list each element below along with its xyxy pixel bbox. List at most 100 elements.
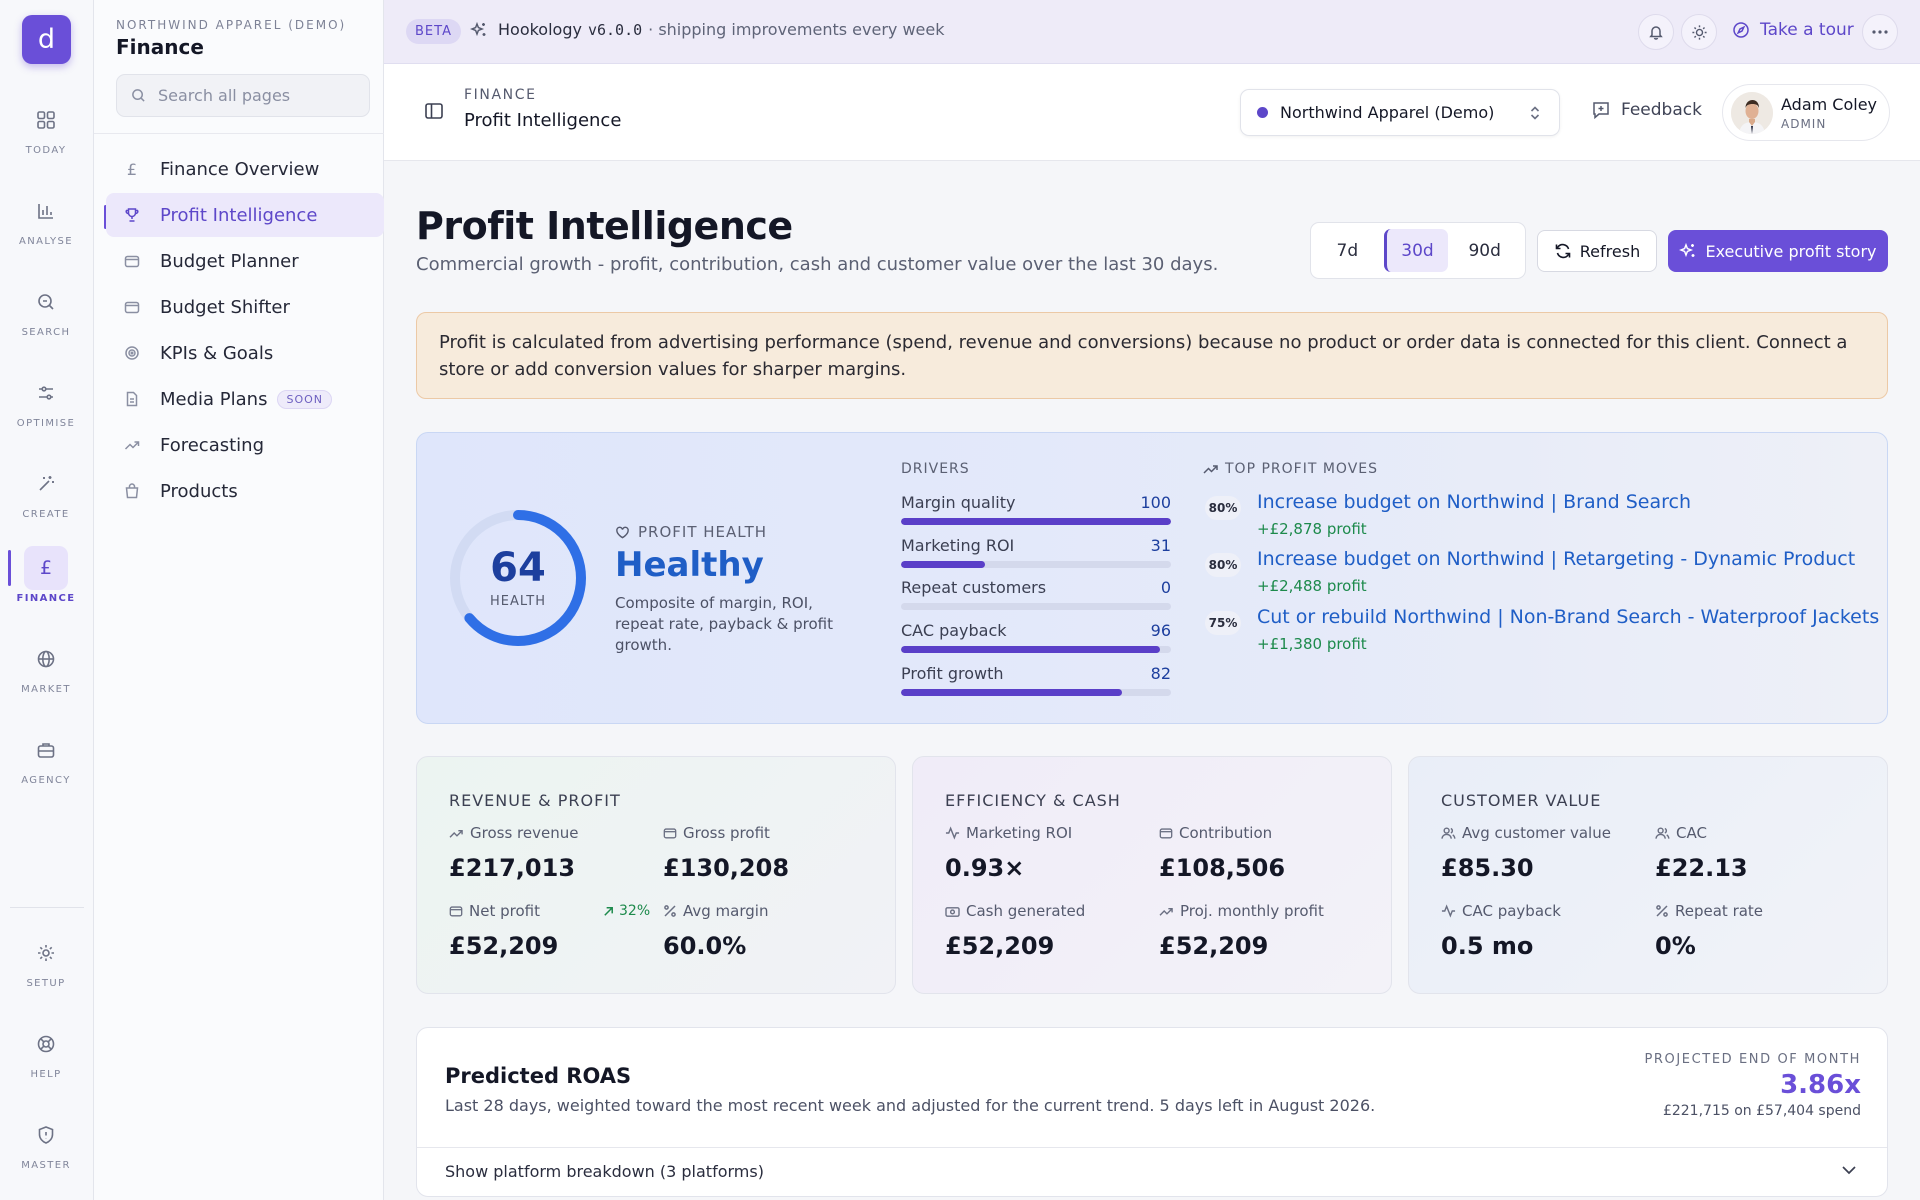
metric-value: 0%: [1655, 932, 1696, 960]
rail-analyse[interactable]: ANALYSE: [0, 189, 92, 267]
rail-optimise[interactable]: OPTIMISE: [0, 371, 92, 449]
sidebar-item-budget-planner[interactable]: Budget Planner: [106, 239, 384, 283]
profit-move-impact: +£1,380 profit: [1257, 635, 1367, 653]
rail-label: TODAY: [25, 145, 67, 156]
client-selector[interactable]: Northwind Apparel (Demo): [1240, 89, 1560, 136]
client-color-dot: [1257, 107, 1268, 118]
profit-move-title[interactable]: Increase budget on Northwind | Retargeti…: [1257, 548, 1855, 570]
card-title: REVENUE & PROFIT: [449, 791, 621, 810]
sidebar-item-profit-intelligence[interactable]: Profit Intelligence: [106, 193, 384, 237]
trend-up-icon: [1159, 905, 1174, 918]
predicted-roas-panel: Predicted ROAS Last 28 days, weighted to…: [416, 1027, 1888, 1197]
sidebar-item-finance-overview[interactable]: £ Finance Overview: [106, 147, 384, 191]
sidebar-item-kpis-goals[interactable]: KPIs & Goals: [106, 331, 384, 375]
percent-icon: [1655, 904, 1669, 918]
refresh-button[interactable]: Refresh: [1537, 230, 1657, 272]
sidebar-item-products[interactable]: Products: [106, 469, 384, 513]
rail-agency[interactable]: AGENCY: [0, 728, 92, 806]
rail-market[interactable]: MARKET: [0, 637, 92, 715]
driver-value: 0: [1160, 578, 1171, 597]
org-name: NORTHWIND APPAREL (DEMO): [116, 18, 347, 32]
driver-row: Repeat customers 0: [901, 578, 1171, 618]
metric-cac-payback: CAC payback 0.5 mo: [1441, 901, 1641, 960]
metric-proj-monthly-profit: Proj. monthly profit £52,209: [1159, 901, 1359, 960]
sidebar-item-label: Products: [160, 480, 238, 502]
driver-bar-fill: [901, 646, 1161, 653]
pound-icon: £: [24, 546, 68, 590]
user-name: Adam Coley: [1781, 95, 1878, 114]
efficiency-cash-card: EFFICIENCY & CASH Marketing ROI 0.93× Co…: [912, 756, 1392, 994]
briefcase-icon: [24, 728, 68, 772]
trend-up-icon: [1203, 465, 1218, 474]
driver-value: 31: [1150, 536, 1171, 555]
driver-label: CAC payback: [901, 621, 1007, 640]
health-status: Healthy: [615, 545, 764, 585]
heart-icon: [616, 526, 629, 538]
lifebuoy-icon: [24, 1022, 68, 1066]
projected-label: PROJECTED END OF MONTH: [1644, 1052, 1861, 1067]
metric-label: CAC: [1676, 824, 1707, 842]
users-icon: [1441, 826, 1456, 840]
rail-setup[interactable]: SETUP: [0, 931, 92, 1009]
rail-today[interactable]: TODAY: [0, 98, 92, 176]
rail-finance[interactable]: £ FINANCE: [0, 546, 92, 624]
driver-row: Profit growth 82: [901, 664, 1171, 704]
metric-value: £52,209: [945, 932, 1055, 960]
search-input[interactable]: Search all pages: [116, 74, 370, 117]
profit-move-title[interactable]: Increase budget on Northwind | Brand Sea…: [1257, 491, 1691, 513]
rail-master[interactable]: MASTER: [0, 1113, 92, 1191]
rail-help[interactable]: HELP: [0, 1022, 92, 1100]
range-7d-button[interactable]: 7d: [1315, 229, 1380, 272]
chevron-down-icon[interactable]: [1841, 1165, 1857, 1175]
profit-move-title[interactable]: Cut or rebuild Northwind | Non-Brand Sea…: [1257, 606, 1879, 628]
trend-up-icon: [449, 827, 464, 840]
metric-value: £52,209: [449, 932, 559, 960]
driver-bar: [901, 689, 1171, 696]
health-score-label: HEALTH: [489, 594, 547, 609]
search-icon: [24, 280, 68, 324]
sidebar-item-budget-shifter[interactable]: Budget Shifter: [106, 285, 384, 329]
take-a-tour-label: Take a tour: [1760, 20, 1854, 40]
platform-breakdown-toggle[interactable]: Show platform breakdown (3 platforms): [445, 1162, 764, 1181]
profit-move-impact: +£2,488 profit: [1257, 577, 1367, 595]
trend-up-icon: [120, 437, 144, 453]
rail-create[interactable]: CREATE: [0, 462, 92, 540]
page-subtitle: Commercial growth - profit, contribution…: [416, 254, 1219, 275]
sidebar-item-media-plans[interactable]: Media Plans SOON: [106, 377, 384, 421]
notifications-button[interactable]: [1638, 14, 1674, 50]
feedback-icon: [1591, 100, 1611, 120]
driver-label: Marketing ROI: [901, 536, 1015, 555]
range-30d-button[interactable]: 30d: [1383, 229, 1449, 272]
chevron-up-down-icon: [1529, 104, 1541, 122]
range-90d-button[interactable]: 90d: [1452, 229, 1517, 272]
panel-divider: [417, 1147, 1887, 1148]
more-options-button[interactable]: [1862, 14, 1898, 50]
app-logo[interactable]: d: [22, 15, 71, 64]
sidebar-item-forecasting[interactable]: Forecasting: [106, 423, 384, 467]
page-title: Profit Intelligence: [416, 204, 793, 248]
projected-roas-note: £221,715 on £57,404 spend: [1662, 1103, 1861, 1119]
net-profit-change-value: 32%: [619, 903, 651, 919]
magic-wand-icon: [24, 462, 68, 506]
metric-label: Avg margin: [683, 902, 769, 920]
theme-toggle-button[interactable]: [1681, 14, 1717, 50]
breadcrumb-title: Profit Intelligence: [464, 110, 622, 131]
card-title: CUSTOMER VALUE: [1441, 791, 1602, 810]
sidebar-divider: [94, 133, 384, 134]
rail-search[interactable]: SEARCH: [0, 280, 92, 358]
sidebar-item-label: Finance Overview: [160, 158, 320, 180]
version-label: v6.0.0: [587, 20, 643, 39]
ellipsis-icon: [1872, 30, 1888, 34]
sidebar-toggle-icon[interactable]: [424, 101, 444, 121]
executive-profit-story-button[interactable]: Executive profit story: [1668, 230, 1888, 272]
rail-label: MARKET: [21, 684, 71, 695]
metric-avg-margin: Avg margin 60.0%: [663, 901, 863, 960]
feedback-button[interactable]: Feedback: [1591, 100, 1702, 120]
user-role: ADMIN: [1781, 117, 1827, 131]
sidebar-item-label: Profit Intelligence: [160, 204, 318, 226]
confidence-badge: 80%: [1205, 553, 1241, 577]
confidence-badge: 75%: [1205, 611, 1241, 635]
take-a-tour-link[interactable]: Take a tour: [1732, 20, 1854, 40]
user-menu[interactable]: Adam Coley ADMIN: [1722, 84, 1890, 141]
metric-value: £22.13: [1655, 854, 1748, 882]
